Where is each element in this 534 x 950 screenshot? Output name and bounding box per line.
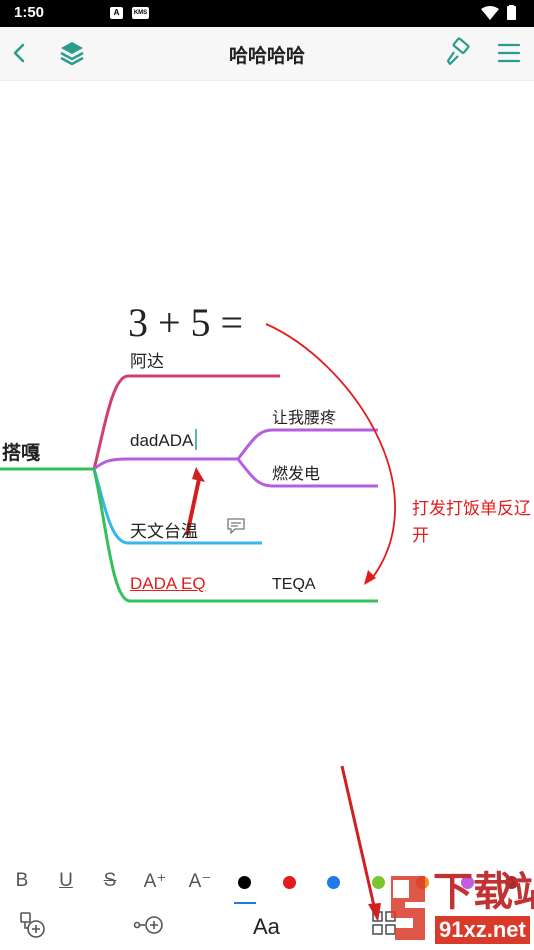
annotation-arrow	[265, 323, 396, 582]
color-swatch-blue[interactable]	[327, 876, 340, 889]
mindmap-canvas[interactable]: 3 + 5 = 搭嘎 阿达 dadADA 让我腰疼 燃发电 天文台温 DADA …	[0, 81, 534, 861]
branch-connector-1	[92, 374, 280, 470]
subnode-1[interactable]: 让我腰疼	[272, 404, 336, 428]
formula-node[interactable]: 3 + 5 =	[128, 299, 243, 346]
system-icons	[480, 5, 520, 26]
menu-button[interactable]	[493, 37, 525, 69]
color-swatch-red[interactable]	[283, 876, 296, 889]
underline-button[interactable]: U	[51, 870, 81, 892]
branch-connector-2	[93, 457, 238, 471]
bold-button[interactable]: B	[7, 870, 37, 892]
branch-node-2[interactable]: dadADA	[130, 431, 193, 451]
status-bar: 1:50 A KMS	[0, 0, 534, 27]
add-child-node-button[interactable]	[18, 910, 48, 945]
branch-node-4[interactable]: DADA EQ	[130, 574, 206, 594]
strikethrough-button[interactable]: S	[95, 870, 125, 892]
annotation-text-line-2: 开	[412, 526, 429, 545]
wifi-icon	[481, 6, 499, 20]
watermark-site: 91xz.net	[435, 916, 530, 944]
notification-icon: A	[110, 7, 123, 19]
kms-notification-icon: KMS	[132, 7, 149, 19]
branch-node-1[interactable]: 阿达	[130, 347, 164, 372]
color-swatch-black[interactable]	[238, 876, 251, 889]
root-node[interactable]: 搭嘎	[2, 438, 40, 465]
comment-icon	[227, 518, 245, 535]
mindmap-connectors	[0, 323, 396, 603]
battery-icon	[507, 6, 516, 20]
style-brush-button[interactable]	[441, 37, 473, 69]
extra-label-node[interactable]: TEQA	[272, 576, 316, 594]
paint-brush-icon	[446, 37, 470, 66]
add-sibling-node-icon	[133, 916, 163, 934]
app-header: 哈哈哈哈	[0, 27, 534, 81]
watermark-logo-icon	[391, 876, 425, 940]
hamburger-menu-icon	[497, 43, 521, 63]
watermark-brand: 下载站	[433, 870, 534, 914]
annotation-text-line-1[interactable]: 打发打饭单反辽	[412, 494, 531, 519]
selected-color-indicator	[234, 902, 256, 904]
text-style-button[interactable]: Aa	[253, 914, 280, 940]
branch-node-3[interactable]: 天文台温	[130, 517, 198, 542]
color-swatch-green[interactable]	[372, 876, 385, 889]
status-time: 1:50	[14, 4, 45, 21]
add-sibling-node-button[interactable]	[133, 910, 167, 945]
subnode-2[interactable]: 燃发电	[272, 460, 320, 484]
subnode-connector-1	[236, 428, 378, 460]
font-size-decrease-button[interactable]: A⁻	[185, 870, 215, 893]
add-child-node-icon	[20, 912, 45, 938]
comment-note-button[interactable]	[227, 518, 245, 539]
font-size-increase-button[interactable]: A⁺	[140, 870, 170, 893]
